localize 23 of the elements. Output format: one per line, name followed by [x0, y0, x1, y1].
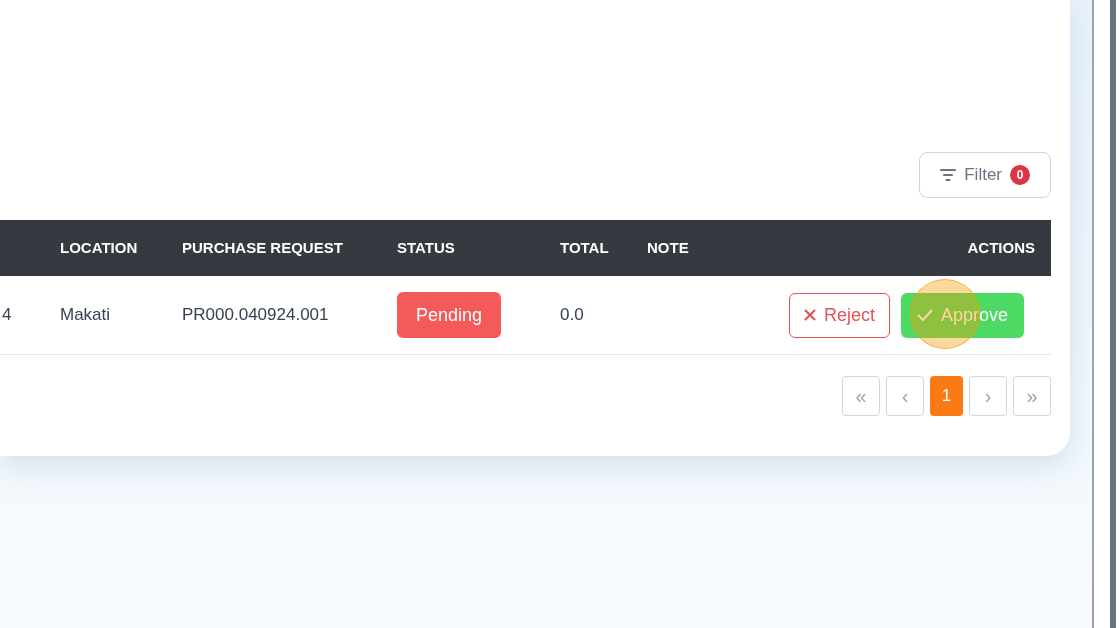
table-cell-text: 4 [2, 304, 12, 327]
filter-button[interactable]: Filter 0 [919, 152, 1051, 198]
count-badge: 0 [1010, 165, 1030, 185]
check-icon [916, 309, 933, 321]
table-cell-text: Makati [60, 304, 111, 327]
page-button[interactable]: » [1013, 376, 1051, 416]
table-cell-text: 0.0 [560, 304, 584, 327]
column-header: LOCATION [60, 237, 138, 258]
scrollbar[interactable] [1092, 0, 1120, 628]
close-icon [803, 309, 816, 321]
column-header: NOTE [647, 237, 689, 258]
reject-button[interactable]: Reject [788, 292, 890, 338]
table-cell-text: PR000.040924.001 [182, 304, 329, 327]
column-header: PURCHASE REQUEST [182, 237, 343, 258]
page-button[interactable]: ‹ [886, 376, 924, 416]
filter-icon [940, 168, 957, 182]
page-button[interactable]: « [842, 376, 880, 416]
column-header: STATUS [397, 237, 455, 258]
page-button[interactable]: 1 [930, 376, 963, 416]
column-header: TOTAL [560, 237, 609, 258]
status-badge: Pending [397, 292, 502, 338]
column-header: ACTIONS [967, 237, 1035, 258]
page-button[interactable]: › [969, 376, 1007, 416]
